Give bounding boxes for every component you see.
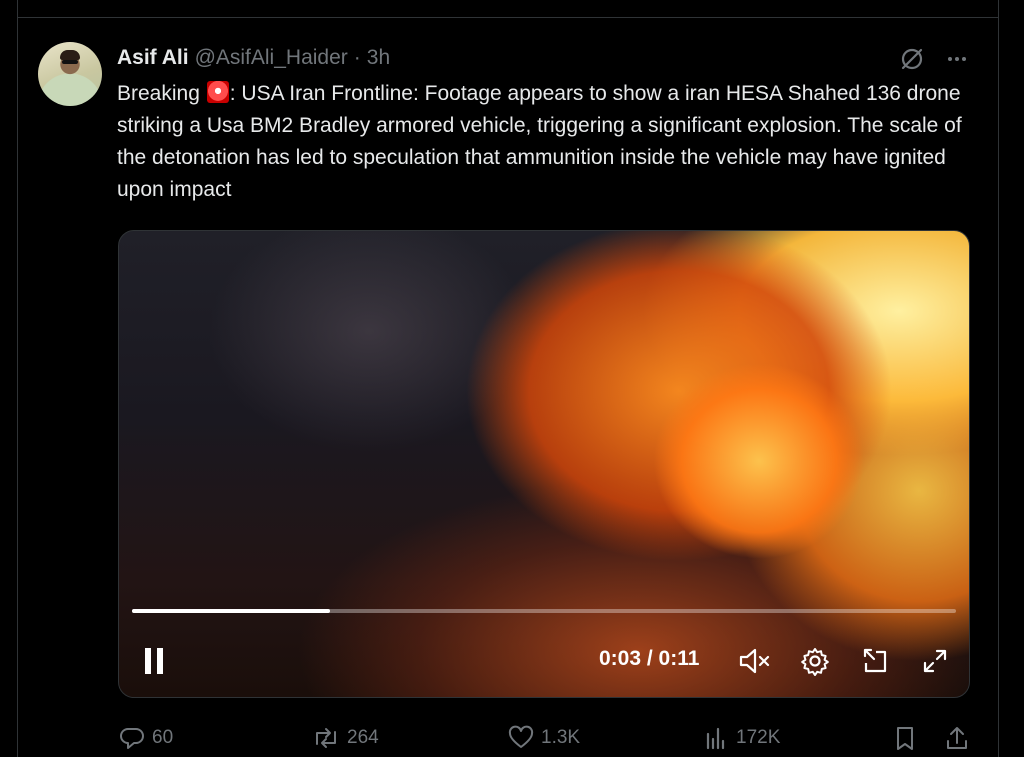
tweet-timestamp[interactable]: 3h xyxy=(367,46,390,70)
mute-icon xyxy=(739,648,770,674)
tweet-header: Asif Ali @AsifAli_Haider · 3h xyxy=(117,42,390,74)
right-frame-border xyxy=(998,0,1024,757)
left-frame-border xyxy=(0,0,18,757)
picture-in-picture-icon xyxy=(863,648,887,673)
video-player[interactable]: 0:03 / 0:11 xyxy=(118,230,970,698)
views-icon xyxy=(706,727,725,750)
picture-in-picture-button[interactable] xyxy=(857,643,893,679)
reply-count: 60 xyxy=(152,727,174,748)
share-icon xyxy=(947,727,967,749)
bookmark-icon xyxy=(897,727,913,750)
tweet-actions: 60 264 1.3K 172K xyxy=(19,720,998,756)
avatar-hair xyxy=(60,50,80,60)
author-handle[interactable]: @AsifAli_Haider xyxy=(195,46,348,70)
views-button[interactable]: 172K xyxy=(702,720,780,756)
bookmark-button[interactable] xyxy=(892,720,918,756)
video-time-display: 0:03 / 0:11 xyxy=(599,647,700,670)
repost-icon xyxy=(316,728,336,748)
pause-button[interactable] xyxy=(141,643,169,679)
separator-dot: · xyxy=(353,46,361,69)
settings-icon xyxy=(801,648,829,676)
repost-button[interactable]: 264 xyxy=(311,720,379,756)
more-icon[interactable] xyxy=(943,45,971,73)
like-count: 1.3K xyxy=(541,727,581,748)
repost-count: 264 xyxy=(347,727,379,748)
like-button[interactable]: 1.3K xyxy=(507,720,580,756)
like-icon xyxy=(508,725,534,748)
reply-icon xyxy=(120,728,144,749)
fullscreen-icon xyxy=(923,649,947,673)
reply-button[interactable]: 60 xyxy=(118,720,173,756)
avatar-glasses xyxy=(62,60,78,64)
tweet-text-body: : USA Iran Frontline: Footage appears to… xyxy=(117,82,962,201)
police-car-light-emoji-icon xyxy=(206,81,229,103)
tweet-text-prefix: Breaking xyxy=(117,82,200,105)
tweet-text: Breaking : USA Iran Frontline: Footage a… xyxy=(117,78,967,206)
grok-icon[interactable] xyxy=(898,45,926,73)
video-progress-bar[interactable] xyxy=(132,609,956,613)
share-button[interactable] xyxy=(944,720,970,756)
avatar[interactable] xyxy=(38,42,102,106)
tweet: Asif Ali @AsifAli_Haider · 3h Breaking :… xyxy=(19,18,998,757)
fullscreen-button[interactable] xyxy=(917,643,953,679)
settings-button[interactable] xyxy=(797,643,833,679)
mute-button[interactable] xyxy=(737,643,773,679)
video-progress-fill xyxy=(132,609,330,613)
views-count: 172K xyxy=(736,727,781,748)
pause-icon xyxy=(145,648,163,674)
author-name[interactable]: Asif Ali xyxy=(117,46,189,70)
